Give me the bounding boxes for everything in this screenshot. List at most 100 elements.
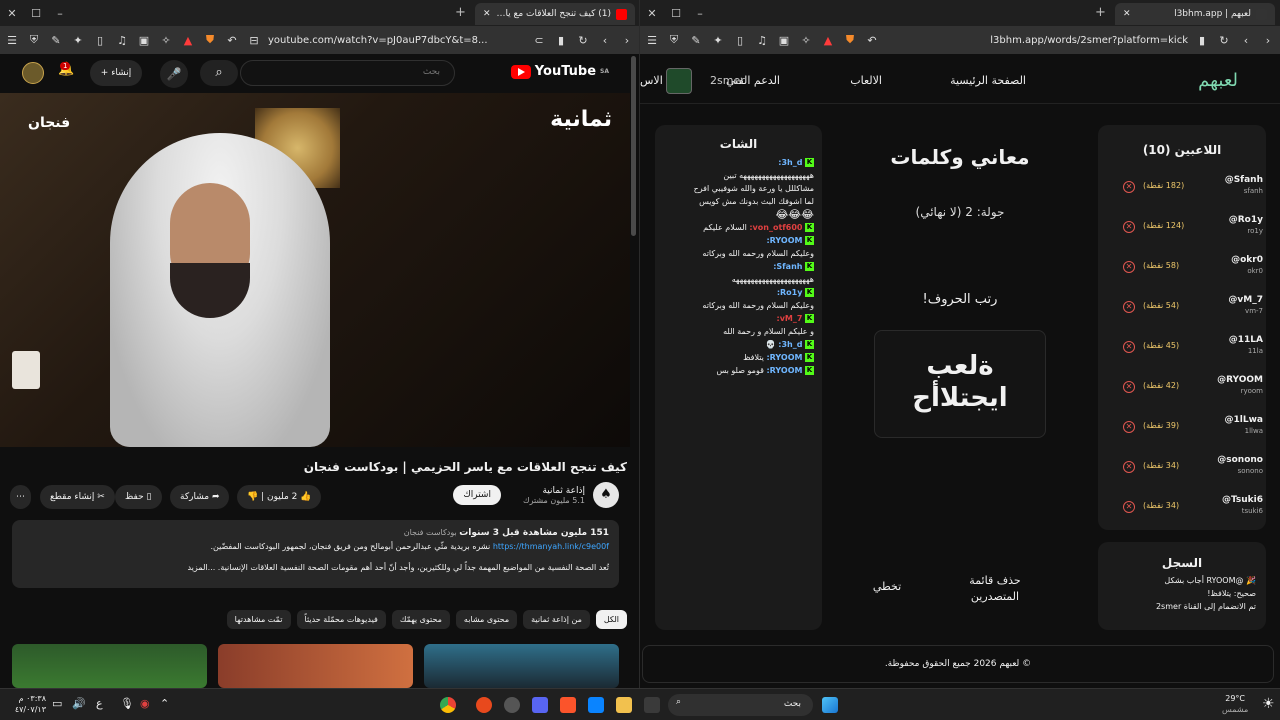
description-box[interactable]: 151 مليون مشاهدة قبل 3 سنوات بودكاست فنج… — [12, 520, 619, 588]
scrollbar[interactable] — [631, 56, 636, 236]
maximize-icon[interactable]: ☐ — [664, 7, 688, 20]
new-tab-icon[interactable]: + — [1095, 5, 1106, 20]
address-bar[interactable]: l3bhm.app/words/2smer?platform=kick — [886, 35, 1188, 46]
chip-all[interactable]: الكل — [595, 610, 627, 629]
mic-tray-icon[interactable]: 🎙 — [120, 697, 134, 710]
bookmark-icon[interactable]: ▮ — [553, 34, 569, 47]
brave-icon[interactable]: ▲ — [180, 34, 196, 47]
remove-player-icon[interactable]: ✕ — [1123, 341, 1135, 353]
nav-extra[interactable]: الاس — [640, 74, 663, 87]
file-explorer-icon[interactable] — [616, 697, 632, 713]
chip-for-you[interactable]: محتوى يهمّك — [391, 610, 450, 629]
recommended-thumbnail[interactable] — [12, 644, 207, 688]
share-page-icon[interactable]: ↶ — [224, 34, 240, 47]
recommended-thumbnail[interactable] — [424, 644, 619, 688]
remove-player-icon[interactable]: ✕ — [1123, 301, 1135, 313]
search-input[interactable]: بحث — [240, 60, 455, 86]
save-button[interactable]: ▯ حفظ — [115, 485, 162, 509]
chip-watched[interactable]: تمّت مشاهدتها — [226, 610, 291, 629]
menu-icon[interactable]: ☰ — [644, 34, 660, 47]
recommended-thumbnail[interactable] — [218, 644, 413, 688]
forward-icon[interactable]: › — [619, 34, 635, 47]
close-tab-icon[interactable]: ✕ — [1123, 9, 1131, 19]
minimize-icon[interactable]: – — [688, 7, 712, 20]
taskbar-search[interactable]: بحث ⌕ — [668, 694, 813, 716]
chrome-icon[interactable] — [440, 697, 456, 713]
remove-player-icon[interactable]: ✕ — [1123, 421, 1135, 433]
puzzle-icon[interactable]: ✦ — [70, 34, 86, 47]
brave-icon[interactable]: ▲ — [820, 34, 836, 47]
create-button[interactable]: + إنشاء — [90, 60, 142, 86]
pin-icon[interactable]: ✎ — [48, 34, 64, 47]
youtube-logo[interactable]: YouTube SA — [510, 64, 609, 79]
back-icon[interactable]: ‹ — [1238, 34, 1254, 47]
close-window-icon[interactable]: ✕ — [0, 7, 24, 20]
clip-button[interactable]: ✂ إنشاء مقطع — [40, 485, 115, 509]
link-icon[interactable]: ⊂ — [531, 34, 547, 47]
pin-icon[interactable]: ✎ — [688, 34, 704, 47]
menu-icon[interactable]: ☰ — [4, 34, 20, 47]
close-tab-icon[interactable]: ✕ — [483, 9, 491, 19]
volume-icon[interactable]: 🔊 — [72, 697, 86, 710]
new-tab-icon[interactable]: + — [455, 5, 466, 20]
thumb-up-icon[interactable]: 👍 — [300, 492, 311, 502]
desc-tag[interactable]: بودكاست فنجان — [404, 528, 457, 537]
discord-icon[interactable] — [532, 697, 548, 713]
address-bar[interactable]: youtube.com/watch?v=pJ0auP7dbcY&t=8... — [268, 35, 525, 46]
close-window-icon[interactable]: ✕ — [640, 7, 664, 20]
nav-home[interactable]: الصفحة الرئيسية — [950, 74, 1026, 87]
extensions-icon[interactable]: ✧ — [158, 34, 174, 47]
shields-icon[interactable]: ⛊ — [202, 33, 218, 47]
site-logo[interactable]: لعبهم — [1198, 70, 1238, 91]
skip-button[interactable]: تخطي — [862, 580, 912, 593]
extensions-icon[interactable]: ✧ — [798, 34, 814, 47]
remove-player-icon[interactable]: ✕ — [1123, 381, 1135, 393]
voice-search-button[interactable]: 🎤 — [160, 60, 188, 88]
puzzle-icon[interactable]: ✦ — [710, 34, 726, 47]
chip-recent[interactable]: فيديوهات محمّلة حديثاً — [296, 610, 386, 629]
network-icon[interactable]: ▭ — [52, 697, 62, 710]
site-info-icon[interactable]: ⊟ — [246, 34, 262, 47]
more-button[interactable]: ⋯ — [10, 485, 31, 509]
desc-link[interactable]: https://thmanyah.link/c9e00f — [493, 542, 609, 551]
reload-icon[interactable]: ↻ — [1216, 34, 1232, 47]
sidebar-icon[interactable]: ▯ — [92, 34, 108, 47]
chip-similar[interactable]: محتوى مشابه — [455, 610, 518, 629]
remove-player-icon[interactable]: ✕ — [1123, 181, 1135, 193]
remove-player-icon[interactable]: ✕ — [1123, 501, 1135, 513]
app-tray-icon[interactable]: ◉ — [140, 697, 150, 710]
username[interactable]: 2smer — [710, 74, 745, 87]
maximize-icon[interactable]: ☐ — [24, 7, 48, 20]
store-icon[interactable] — [588, 697, 604, 713]
music-icon[interactable]: ♫ — [114, 34, 130, 47]
language-indicator[interactable]: ع — [96, 697, 103, 710]
channel-name[interactable]: إذاعة ثمانية — [523, 486, 585, 496]
shield-icon[interactable]: ⛨ — [26, 33, 42, 47]
nav-games[interactable]: الالعاب — [850, 74, 882, 87]
forward-icon[interactable]: › — [1260, 34, 1276, 47]
search-button[interactable]: ⌕ — [200, 60, 238, 86]
chevron-up-icon[interactable]: ⌃ — [160, 697, 169, 710]
brave-browser-icon[interactable] — [560, 697, 576, 713]
remove-player-icon[interactable]: ✕ — [1123, 461, 1135, 473]
avatar[interactable] — [666, 68, 692, 94]
minimize-icon[interactable]: – — [48, 7, 72, 20]
subscribe-button[interactable]: اشتراك — [453, 485, 501, 505]
start-icon[interactable] — [822, 697, 838, 713]
share-button[interactable]: ➦ مشاركة — [170, 485, 230, 509]
video-player[interactable]: ثمانية فنجان — [0, 93, 630, 447]
bookmark-icon[interactable]: ▮ — [1194, 34, 1210, 47]
like-dislike-group[interactable]: 👍 2 مليون | 👎 — [237, 485, 322, 509]
back-icon[interactable]: ‹ — [597, 34, 613, 47]
shield-icon[interactable]: ⛨ — [666, 33, 682, 47]
remove-player-icon[interactable]: ✕ — [1123, 221, 1135, 233]
screenshot-icon[interactable]: ▣ — [136, 34, 152, 47]
weather-temp[interactable]: 29°C — [1222, 693, 1248, 704]
remove-leaders-button[interactable]: حذف قائمة المتصدرين — [960, 573, 1030, 605]
screenshot-icon[interactable]: ▣ — [776, 34, 792, 47]
chip-channel[interactable]: من إذاعة ثمانية — [523, 610, 590, 629]
shields-icon[interactable]: ⛊ — [842, 33, 858, 47]
share-page-icon[interactable]: ↶ — [864, 34, 880, 47]
clock[interactable]: ٠٣:٣٨ م ٤٧/٠٧/١٣ — [10, 693, 46, 715]
sidebar-icon[interactable]: ▯ — [732, 34, 748, 47]
